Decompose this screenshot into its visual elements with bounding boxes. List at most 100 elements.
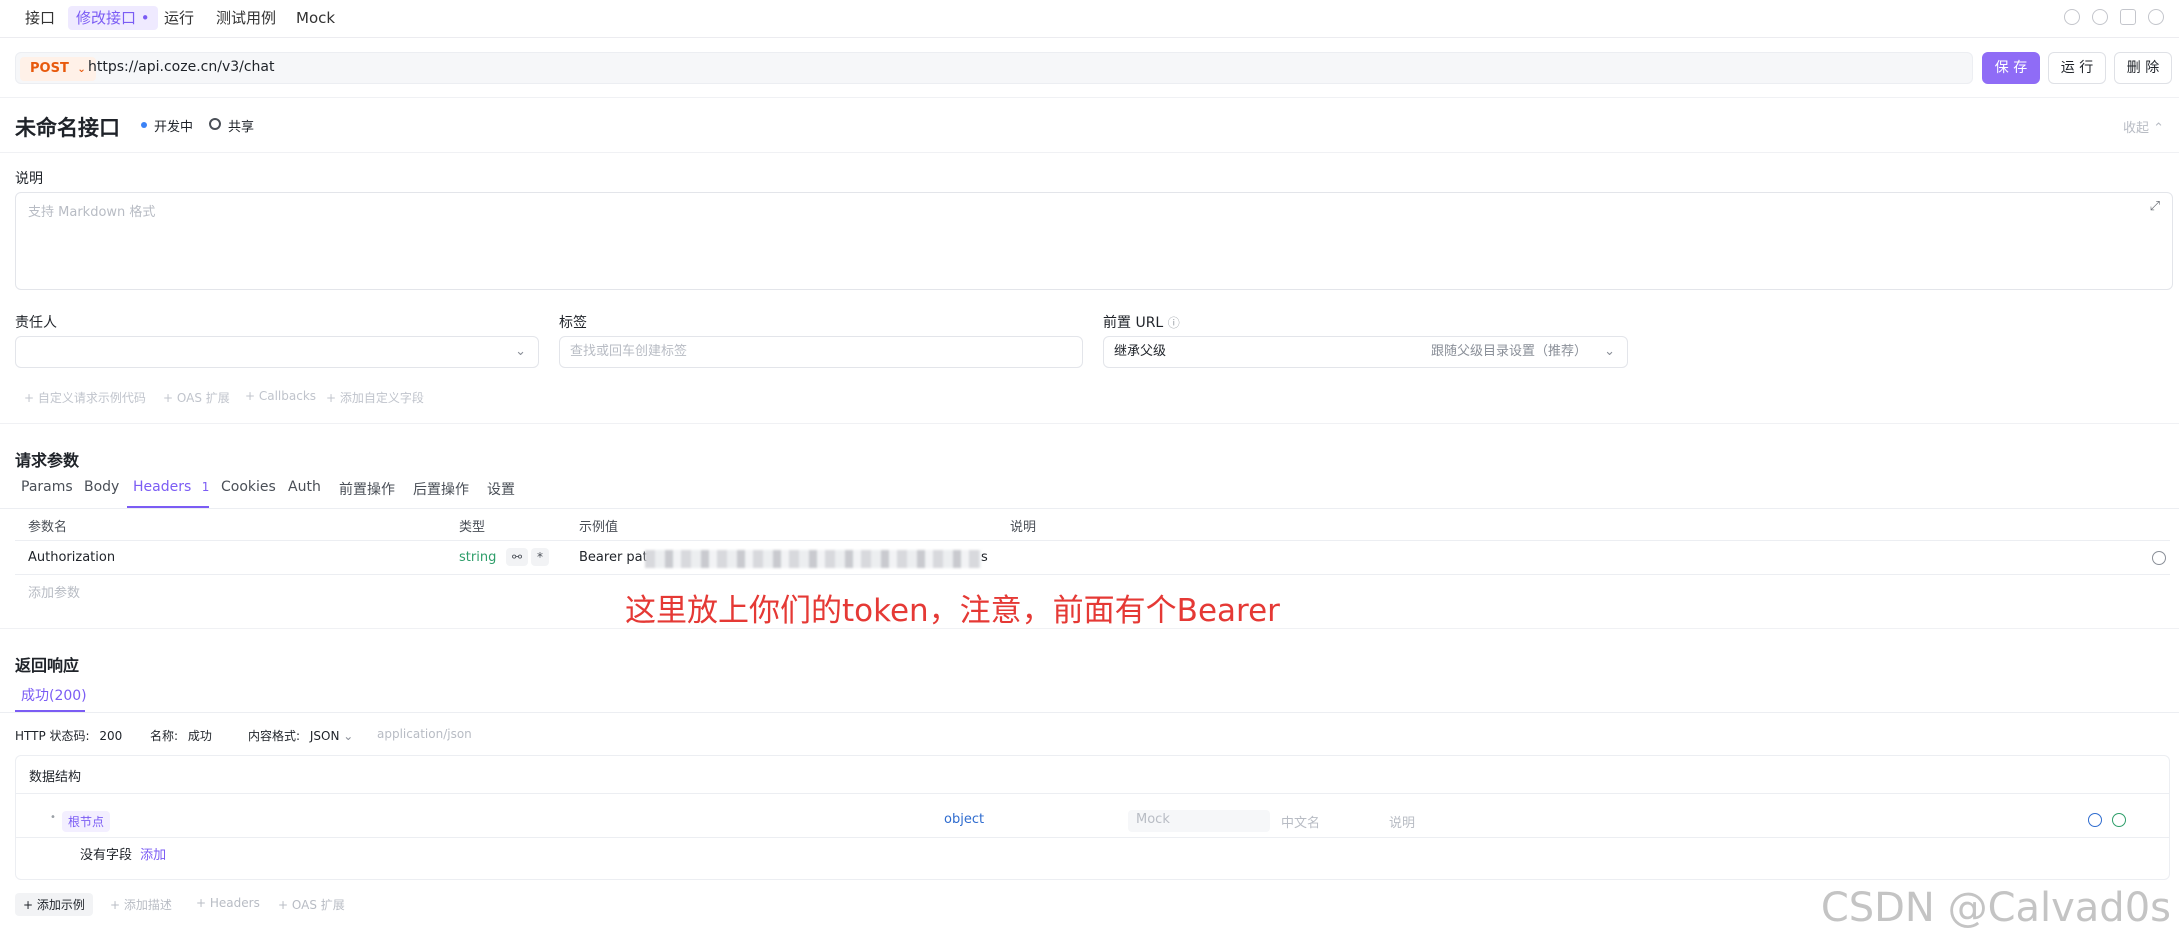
tab-settings[interactable]: 设置 <box>487 479 515 499</box>
param-example-prefix[interactable]: Bearer pat <box>579 550 648 565</box>
content-type-value: application/json <box>377 727 472 741</box>
status-badge[interactable]: 开发中 <box>154 116 193 135</box>
required-toggle-icon[interactable]: * <box>531 548 549 566</box>
add-node-icon[interactable] <box>2112 813 2126 827</box>
content-format-select[interactable]: 内容格式: JSON ⌄ <box>248 727 353 744</box>
info-icon[interactable]: ⓘ <box>1168 316 1180 330</box>
tab-auth[interactable]: Auth <box>288 479 321 495</box>
divider <box>0 423 2179 424</box>
watermark: CSDN @Calvad0s <box>1820 885 2171 931</box>
http-code-label: HTTP 状态码: <box>15 729 90 743</box>
table-row-divider <box>15 574 2170 575</box>
response-name-label: 名称: <box>150 729 179 743</box>
field-desc-input[interactable]: 说明 <box>1389 812 1415 831</box>
chevron-down-icon: ⌄ <box>1604 344 1615 359</box>
add-custom-field[interactable]: + 添加自定义字段 <box>326 389 424 406</box>
content-format-value: JSON <box>309 729 340 743</box>
link-icon[interactable]: ⚯ <box>506 548 529 566</box>
root-node-chip[interactable]: 根节点 <box>62 811 111 832</box>
schema-box: 数据结构 • 根节点 object Mock 中文名 说明 没有字段 添加 <box>15 755 2170 880</box>
response-title: 返回响应 <box>15 656 80 675</box>
history-icon[interactable] <box>2064 9 2080 25</box>
cn-name-input[interactable]: 中文名 <box>1281 812 1320 831</box>
tab-edit-api-label: 修改接口 <box>76 9 137 27</box>
prefix-url-select[interactable]: 继承父级 跟随父级目录设置（推荐） ⌄ <box>1103 336 1628 368</box>
remove-param-icon[interactable] <box>2152 551 2166 565</box>
column-header-type: 类型 <box>459 520 486 535</box>
share-globe-icon <box>209 118 221 130</box>
status-dot-icon <box>141 122 147 128</box>
tab-body[interactable]: Body <box>84 479 119 495</box>
expand-icon[interactable]: ⤢ <box>2150 199 2160 214</box>
root-type[interactable]: object <box>944 812 984 827</box>
owner-label: 责任人 <box>15 315 57 331</box>
response-name-field[interactable]: 名称: 成功 <box>150 727 212 744</box>
divider <box>0 152 2179 153</box>
prefix-url-hint: 跟随父级目录设置（推荐） <box>1431 344 1588 359</box>
delete-button[interactable]: 删 除 <box>2114 52 2172 84</box>
chevron-down-icon: ⌄ <box>343 729 354 743</box>
chevron-down-icon: ⌄ <box>77 64 86 75</box>
remove-node-icon[interactable] <box>2088 813 2102 827</box>
tags-input[interactable]: 查找或回车创建标签 <box>559 336 1083 368</box>
tab-cookies[interactable]: Cookies <box>221 479 276 495</box>
add-request-code-example[interactable]: + 自定义请求示例代码 <box>24 389 146 406</box>
description-placeholder: 支持 Markdown 格式 <box>28 205 156 220</box>
tab-params[interactable]: Params <box>21 479 73 495</box>
owner-select[interactable]: ⌄ <box>15 336 539 368</box>
save-button[interactable]: 保 存 <box>1982 52 2040 84</box>
collapse-label: 收起 <box>2123 121 2150 136</box>
redacted-token-block <box>645 550 981 568</box>
add-field-link[interactable]: 添加 <box>140 848 166 863</box>
mock-input[interactable]: Mock <box>1128 810 1270 832</box>
tab-pre-operations[interactable]: 前置操作 <box>339 479 395 499</box>
param-example-suffix: s <box>981 550 988 565</box>
param-name-cell[interactable]: Authorization <box>28 550 115 565</box>
description-textarea[interactable]: 支持 Markdown 格式 ⤢ <box>15 192 2173 290</box>
share-toggle[interactable]: 共享 <box>228 116 254 135</box>
add-oas-extension[interactable]: + OAS 扩展 <box>163 389 230 406</box>
no-field-label: 没有字段 <box>80 848 133 863</box>
tab-response-200[interactable]: 成功(200) <box>21 685 87 705</box>
run-button[interactable]: 运 行 <box>2048 52 2106 84</box>
gear-icon[interactable] <box>2148 9 2164 25</box>
no-field-text: 没有字段 添加 <box>80 844 166 863</box>
add-description-button[interactable]: + 添加描述 <box>110 896 172 913</box>
content-format-label: 内容格式: <box>248 729 301 743</box>
tab-headers[interactable]: Headers 1 <box>133 479 209 495</box>
http-code-field[interactable]: HTTP 状态码: 200 <box>15 727 122 744</box>
tab-mock[interactable]: Mock <box>288 6 343 30</box>
add-param-input[interactable]: 添加参数 <box>28 582 80 601</box>
tab-edit-api[interactable]: 修改接口 • <box>68 6 158 30</box>
table-header-divider <box>15 540 2170 541</box>
url-bar[interactable]: POST ⌄ https://api.coze.cn/v3/chat <box>15 52 1973 84</box>
add-oas-extension-button[interactable]: + OAS 扩展 <box>278 896 345 913</box>
add-callbacks[interactable]: + Callbacks <box>245 389 316 403</box>
param-type-cell[interactable]: string <box>459 550 496 565</box>
headers-count-badge: 1 <box>201 480 210 494</box>
unsaved-dot-icon: • <box>136 9 150 27</box>
tab-run[interactable]: 运行 <box>156 6 202 30</box>
method-select[interactable]: POST ⌄ <box>20 57 96 81</box>
tab-post-operations[interactable]: 后置操作 <box>413 479 469 499</box>
tabs-divider <box>0 508 2179 509</box>
http-code-value: 200 <box>99 729 123 743</box>
url-input[interactable]: https://api.coze.cn/v3/chat <box>88 59 275 75</box>
expand-node-icon[interactable]: • <box>50 812 56 823</box>
tags-label: 标签 <box>559 315 587 331</box>
annotation-text: 这里放上你们的token，注意，前面有个Bearer <box>625 593 1280 629</box>
request-params-title: 请求参数 <box>15 451 80 470</box>
add-example-button[interactable]: + 添加示例 <box>15 893 93 916</box>
add-headers-button[interactable]: + Headers <box>196 896 260 910</box>
tab-api[interactable]: 接口 <box>17 6 63 30</box>
link-icon[interactable] <box>2092 9 2108 25</box>
divider <box>0 628 2179 629</box>
chevron-down-icon: ⌄ <box>515 344 526 359</box>
tab-test-cases[interactable]: 测试用例 <box>208 6 284 30</box>
schema-title: 数据结构 <box>29 770 82 785</box>
schema-row-divider <box>16 837 2169 838</box>
share-icon[interactable] <box>2120 9 2136 25</box>
tabs-divider <box>0 712 2179 713</box>
collapse-button[interactable]: 收起 ⌃ <box>2123 117 2164 136</box>
page-title[interactable]: 未命名接口 <box>15 112 120 142</box>
